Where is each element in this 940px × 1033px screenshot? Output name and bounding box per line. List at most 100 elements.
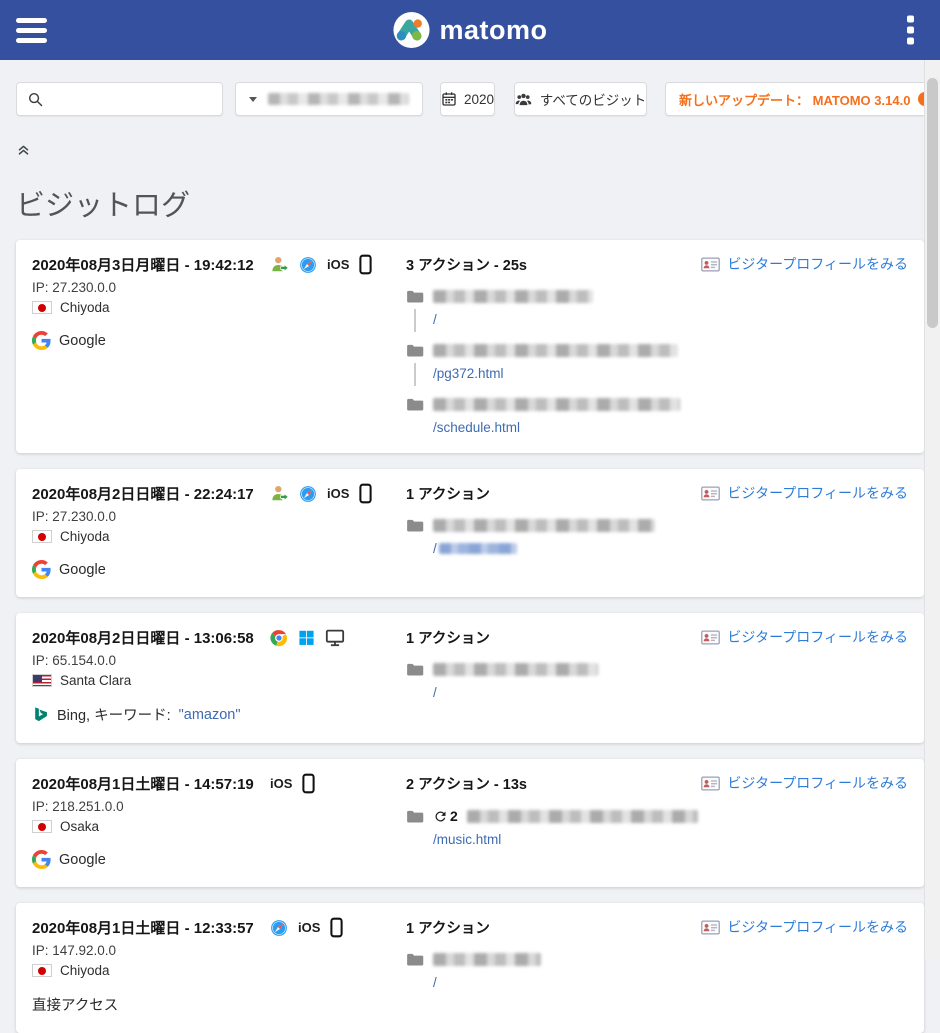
visitor-profile-link[interactable]: ビジタープロフィールをみる [701, 773, 908, 793]
visitor-profile-link[interactable]: ビジタープロフィールをみる [701, 917, 908, 937]
action-url[interactable]: /schedule.html [433, 420, 520, 435]
collapse-button[interactable] [16, 142, 31, 157]
visit-ip: IP: 27.230.0.0 [32, 509, 406, 524]
returning-visitor-icon [270, 484, 289, 503]
mobile-phone-icon [359, 483, 372, 504]
calendar-icon [441, 91, 457, 107]
visit-datetime: 2020年08月2日日曜日 - 22:24:17 [32, 483, 270, 504]
visitor-profile-link-label: ビジタープロフィールをみる [727, 773, 908, 793]
visit-ip: IP: 218.251.0.0 [32, 799, 406, 814]
mobile-phone-icon [330, 917, 343, 938]
search-box[interactable] [16, 82, 223, 116]
visit-actions-column: 2 アクション - 13s 2 /music.html [406, 773, 698, 847]
scrollbar-track[interactable] [924, 60, 940, 959]
windows-icon [298, 629, 315, 646]
visit-ip: IP: 65.154.0.0 [32, 653, 406, 668]
visit-actions-column: 1 アクション / [406, 917, 698, 990]
visit-datetime: 2020年08月1日土曜日 - 14:57:19 [32, 773, 270, 794]
action-title-blurred[interactable] [433, 290, 593, 303]
visit-actions-column: 1 アクション / [406, 483, 698, 556]
visit-info-column: 2020年08月2日日曜日 - 13:06:58 IP: 65.154.0.0 … [32, 627, 406, 725]
id-card-icon [701, 486, 720, 501]
referrer-name: Google [59, 562, 106, 578]
date-selector[interactable]: 2020 [440, 82, 495, 116]
visitor-profile-link[interactable]: ビジタープロフィールをみる [701, 483, 908, 503]
action-item: /schedule.html [406, 397, 698, 435]
action-url[interactable]: /music.html [433, 832, 501, 847]
usa-flag-icon [32, 674, 52, 687]
visit-actions-column: 1 アクション / [406, 627, 698, 700]
visit-datetime: 2020年08月2日日曜日 - 13:06:58 [32, 627, 270, 648]
search-icon [27, 91, 44, 108]
visit-card: 2020年08月2日日曜日 - 13:06:58 IP: 65.154.0.0 … [16, 613, 924, 743]
segment-label: すべてのビジット [540, 89, 647, 109]
visit-actions-column: 3 アクション - 25s / /pg372.html /schedule.ht… [406, 254, 698, 435]
segment-selector[interactable]: すべてのビジット [514, 82, 647, 116]
kebab-menu-icon[interactable] [907, 12, 914, 49]
actions-summary: 1 アクション [406, 917, 698, 938]
update-label: 新しいアップデート： MATOMO 3.14.0 [679, 90, 910, 109]
matomo-logo-icon [392, 11, 430, 49]
referrer-name: Google [59, 852, 106, 868]
visit-city: Santa Clara [60, 673, 131, 688]
action-title-blurred[interactable] [433, 953, 541, 966]
hamburger-menu-icon[interactable] [16, 13, 47, 48]
visitor-profile-link[interactable]: ビジタープロフィールをみる [701, 627, 908, 647]
os-label: iOS [270, 776, 292, 791]
mobile-phone-icon [302, 773, 315, 794]
japan-flag-icon [32, 530, 52, 543]
action-title-blurred[interactable] [433, 663, 598, 676]
action-title-blurred[interactable] [433, 398, 680, 411]
action-item: / [406, 662, 698, 700]
action-url[interactable]: / [433, 541, 437, 556]
visit-card: 2020年08月1日土曜日 - 12:33:57 iOS IP: 147.92.… [16, 903, 924, 1033]
action-title-blurred[interactable] [433, 519, 655, 532]
os-label: iOS [298, 920, 320, 935]
visitor-profile-link-label: ビジタープロフィールをみる [727, 254, 908, 274]
users-icon [515, 91, 532, 108]
chrome-icon [270, 629, 288, 647]
visit-datetime: 2020年08月1日土曜日 - 12:33:57 [32, 917, 270, 938]
google-icon [32, 331, 51, 350]
referrer-keyword-link[interactable]: "amazon" [179, 707, 241, 723]
action-url[interactable]: /pg372.html [433, 366, 504, 381]
visit-ip: IP: 147.92.0.0 [32, 943, 406, 958]
search-input[interactable] [52, 91, 212, 108]
visit-info-column: 2020年08月1日土曜日 - 14:57:19 iOS IP: 218.251… [32, 773, 406, 869]
safari-icon [270, 919, 288, 937]
action-item: / [406, 518, 698, 556]
desktop-monitor-icon [325, 629, 345, 647]
referrer-keyword-label: Bing, キーワード: [57, 704, 171, 725]
folder-icon [406, 289, 424, 304]
refresh-count: 2 [450, 808, 458, 824]
visitor-profile-link[interactable]: ビジタープロフィールをみる [701, 254, 908, 274]
page-title: ビジットログ [16, 182, 924, 224]
action-url[interactable]: / [433, 685, 437, 700]
returning-visitor-icon [270, 255, 289, 274]
action-title-blurred[interactable] [467, 810, 698, 823]
action-item: 2 /music.html [406, 808, 698, 847]
folder-icon [406, 397, 424, 412]
visit-card: 2020年08月1日土曜日 - 14:57:19 iOS IP: 218.251… [16, 759, 924, 887]
id-card-icon [701, 257, 720, 272]
safari-icon [299, 256, 317, 274]
actions-summary: 2 アクション - 13s [406, 773, 698, 794]
id-card-icon [701, 920, 720, 935]
site-name-blurred [268, 93, 409, 105]
actions-summary: 1 アクション [406, 627, 698, 648]
update-notification[interactable]: 新しいアップデート： MATOMO 3.14.0 [665, 82, 940, 116]
action-title-blurred[interactable] [433, 344, 678, 357]
refresh-icon: 2 [433, 808, 458, 824]
visit-info-column: 2020年08月3日月曜日 - 19:42:12 iOS IP: 27.230.… [32, 254, 406, 350]
visit-card: 2020年08月2日日曜日 - 22:24:17 iOS IP: 27.230.… [16, 469, 924, 597]
scrollbar-thumb[interactable] [927, 78, 938, 328]
action-url[interactable]: / [433, 975, 437, 990]
folder-icon [406, 662, 424, 677]
visit-city: Chiyoda [60, 529, 110, 544]
site-selector[interactable] [235, 82, 423, 116]
mobile-phone-icon [359, 254, 372, 275]
action-url[interactable]: / [433, 312, 437, 327]
folder-icon [406, 518, 424, 533]
action-url-blurred[interactable] [439, 543, 517, 554]
matomo-logo[interactable]: matomo [392, 11, 547, 49]
